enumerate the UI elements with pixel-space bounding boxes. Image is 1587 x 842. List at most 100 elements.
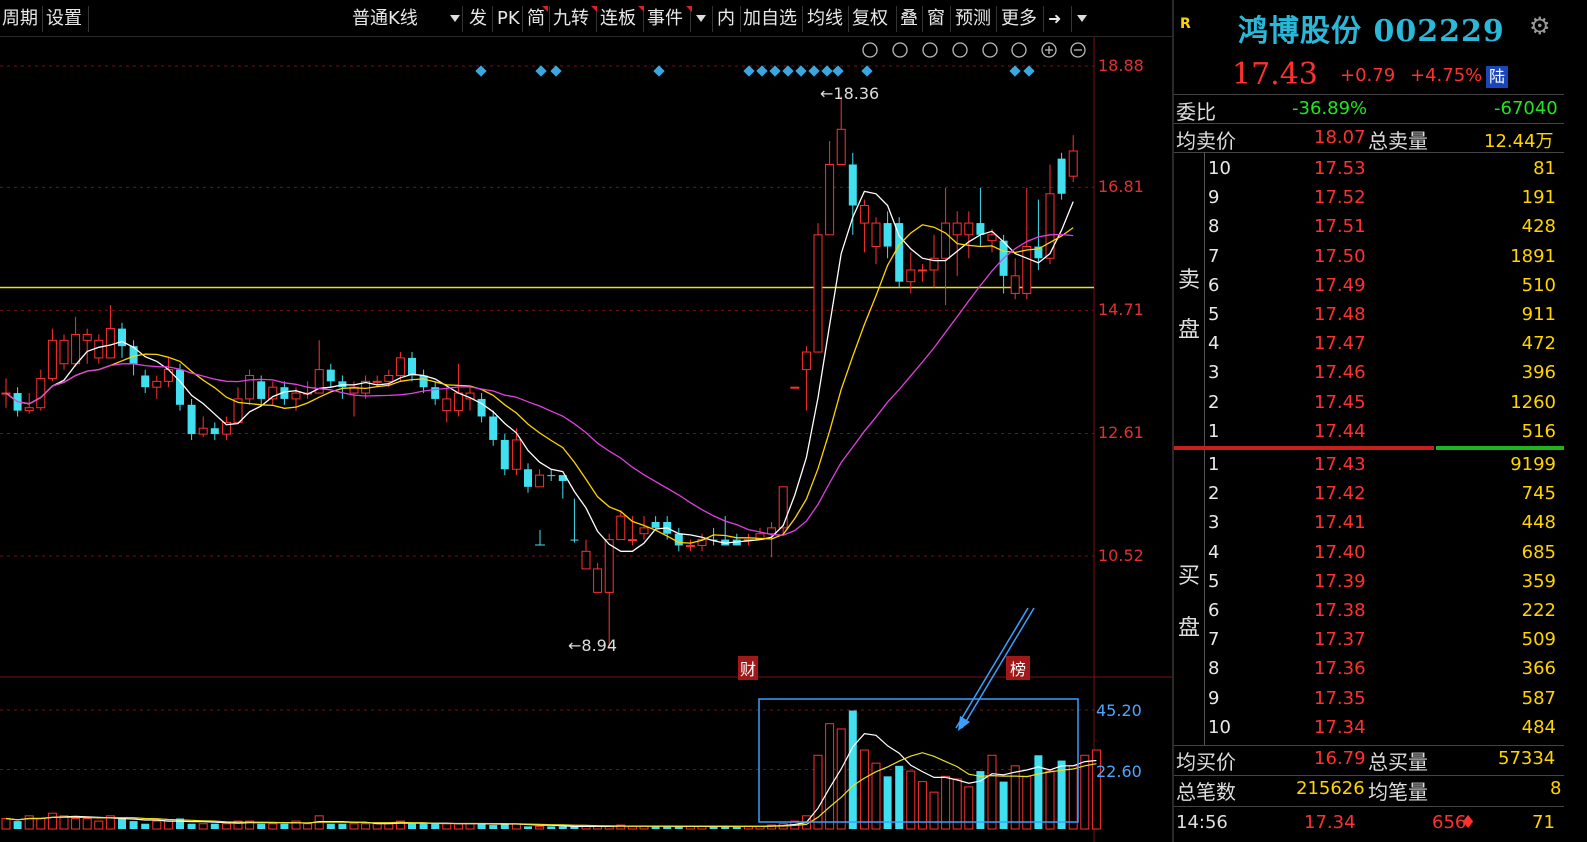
toolbar-item-3[interactable]: 发: [469, 7, 487, 31]
toolbar-item-13[interactable]: 叠: [900, 7, 918, 31]
toolbar-item-9[interactable]: 内: [717, 7, 735, 31]
buy-level-level: 7: [1208, 629, 1220, 651]
pen-icon[interactable]: [892, 42, 908, 58]
pin-right-icon[interactable]: ➜: [1048, 7, 1061, 31]
toolbar-item-2[interactable]: 普通K线: [352, 7, 418, 31]
buy-level-row[interactable]: 6 17.38 222: [1174, 598, 1564, 627]
volume-bar-up: [442, 823, 452, 830]
zoom-settings-icon[interactable]: [862, 42, 878, 58]
toolbar-separator: [1071, 6, 1072, 32]
total-sell-label: 总卖量: [1368, 129, 1428, 153]
buy-level-row[interactable]: 3 17.41 448: [1174, 510, 1564, 539]
lock-icon[interactable]: [1011, 42, 1027, 58]
buy-level-price: 17.35: [1314, 687, 1366, 709]
volume-bar-up: [453, 823, 463, 830]
buy-level-row[interactable]: 8 17.36 366: [1174, 656, 1564, 685]
volume-bar-up: [384, 823, 394, 830]
sell-level-row[interactable]: 4 17.47 472: [1174, 331, 1564, 360]
volume-bar-up: [859, 749, 869, 830]
ranking-tag[interactable]: 榜: [1006, 656, 1031, 680]
sell-level-row[interactable]: 9 17.52 191: [1174, 185, 1564, 214]
candle-body-up: [71, 333, 81, 365]
toolbar-item-16[interactable]: 更多: [1001, 7, 1037, 31]
buy-level-volume: 587: [1521, 687, 1556, 709]
volume-bar-up: [535, 825, 545, 830]
avg-sell-label: 均卖价: [1176, 129, 1236, 153]
candle-body-up: [395, 357, 405, 376]
candle-body-up: [627, 539, 637, 542]
box-icon[interactable]: [952, 42, 968, 58]
buy-level-level: 5: [1208, 570, 1220, 592]
chevron-down-icon[interactable]: [450, 15, 460, 22]
sell-level-row[interactable]: 1 17.44 516: [1174, 419, 1564, 448]
candle-body-down: [489, 416, 498, 440]
buy-level-row[interactable]: 2 17.42 745: [1174, 481, 1564, 510]
toolbar-item-1[interactable]: 设置: [46, 7, 82, 31]
volume-bar-up: [465, 823, 475, 830]
buy-level-row[interactable]: 4 17.40 685: [1174, 540, 1564, 569]
sell-level-row[interactable]: 7 17.50 1891: [1174, 244, 1564, 273]
lu-badge[interactable]: 陆: [1486, 66, 1508, 88]
toolbar-separator: [896, 6, 897, 32]
candle-body-up: [24, 407, 34, 412]
buy-level-level: 10: [1208, 716, 1231, 738]
chevron-down-icon[interactable]: [696, 15, 706, 22]
buy-level-volume: 484: [1521, 716, 1556, 738]
finance-tag[interactable]: 财: [738, 656, 759, 680]
toolbar-item-4[interactable]: PK: [497, 7, 520, 31]
buy-level-volume: 359: [1521, 570, 1556, 592]
volume-bar-down: [848, 710, 857, 829]
candle-body-up: [152, 380, 162, 388]
sell-level-level: 9: [1208, 187, 1220, 209]
sell-level-row[interactable]: 3 17.46 396: [1174, 360, 1564, 389]
toolbar-item-11[interactable]: 均线: [807, 7, 843, 31]
price-tick-3: 14.71: [1098, 300, 1144, 319]
candle-body-up: [453, 392, 463, 412]
gear-icon[interactable]: ⚙: [1529, 12, 1551, 40]
sell-level-volume: 396: [1521, 362, 1556, 384]
buy-level-volume: 366: [1521, 658, 1556, 680]
kline-chart[interactable]: [0, 37, 1172, 842]
sell-level-row[interactable]: 10 17.53 81: [1174, 156, 1564, 185]
sell-level-volume: 81: [1533, 158, 1556, 179]
event-diamond-icon: [535, 65, 547, 77]
event-diamond-icon: [782, 65, 794, 77]
toolbar-item-15[interactable]: 预测: [955, 7, 991, 31]
buy-level-row[interactable]: 10 17.34 484: [1174, 715, 1564, 744]
toolbar-item-14[interactable]: 窗: [927, 7, 945, 31]
buy-level-row[interactable]: 5 17.39 359: [1174, 569, 1564, 598]
toolbar-item-6[interactable]: 九转: [553, 7, 589, 31]
buy-level-row[interactable]: 1 17.43 9199: [1174, 452, 1564, 481]
buy-level-volume: 9199: [1510, 454, 1556, 475]
toolbar-separator: [740, 6, 741, 32]
volume-bar-up: [349, 823, 359, 830]
candle-body-down: [326, 369, 335, 382]
buy-level-row[interactable]: 9 17.35 587: [1174, 686, 1564, 715]
candle-body-down: [408, 357, 416, 376]
sell-level-row[interactable]: 6 17.49 510: [1174, 273, 1564, 302]
toolbar-item-7[interactable]: 连板: [600, 7, 636, 31]
total-trades-label: 总笔数: [1176, 780, 1236, 804]
toolbar-item-0[interactable]: 周期: [2, 7, 38, 31]
buy-level-volume: 222: [1521, 600, 1556, 621]
candle-body-up: [941, 222, 951, 259]
sell-level-row[interactable]: 5 17.48 911: [1174, 302, 1564, 331]
toolbar-item-8[interactable]: 事件: [647, 7, 683, 31]
sell-level-row[interactable]: 2 17.45 1260: [1174, 390, 1564, 419]
buy-level-volume: 509: [1521, 629, 1556, 651]
toolbar-item-10[interactable]: 加自选: [743, 7, 797, 31]
candle-body-up: [94, 339, 104, 359]
candle-body-down: [1057, 158, 1066, 194]
sell-level-level: 5: [1208, 304, 1220, 325]
event-diamond-icon: [832, 65, 844, 77]
eye-icon[interactable]: [922, 42, 938, 58]
volume-bar-down: [883, 776, 892, 829]
chevron-down-icon[interactable]: [1077, 15, 1087, 22]
sell-level-row[interactable]: 8 17.51 428: [1174, 214, 1564, 243]
candle-body-up: [442, 398, 452, 412]
volume-bar-down: [210, 823, 219, 829]
buy-level-row[interactable]: 7 17.37 509: [1174, 627, 1564, 656]
hand-icon[interactable]: [982, 42, 998, 58]
toolbar-item-12[interactable]: 复权: [852, 7, 888, 31]
buy-level-volume: 745: [1521, 483, 1556, 505]
